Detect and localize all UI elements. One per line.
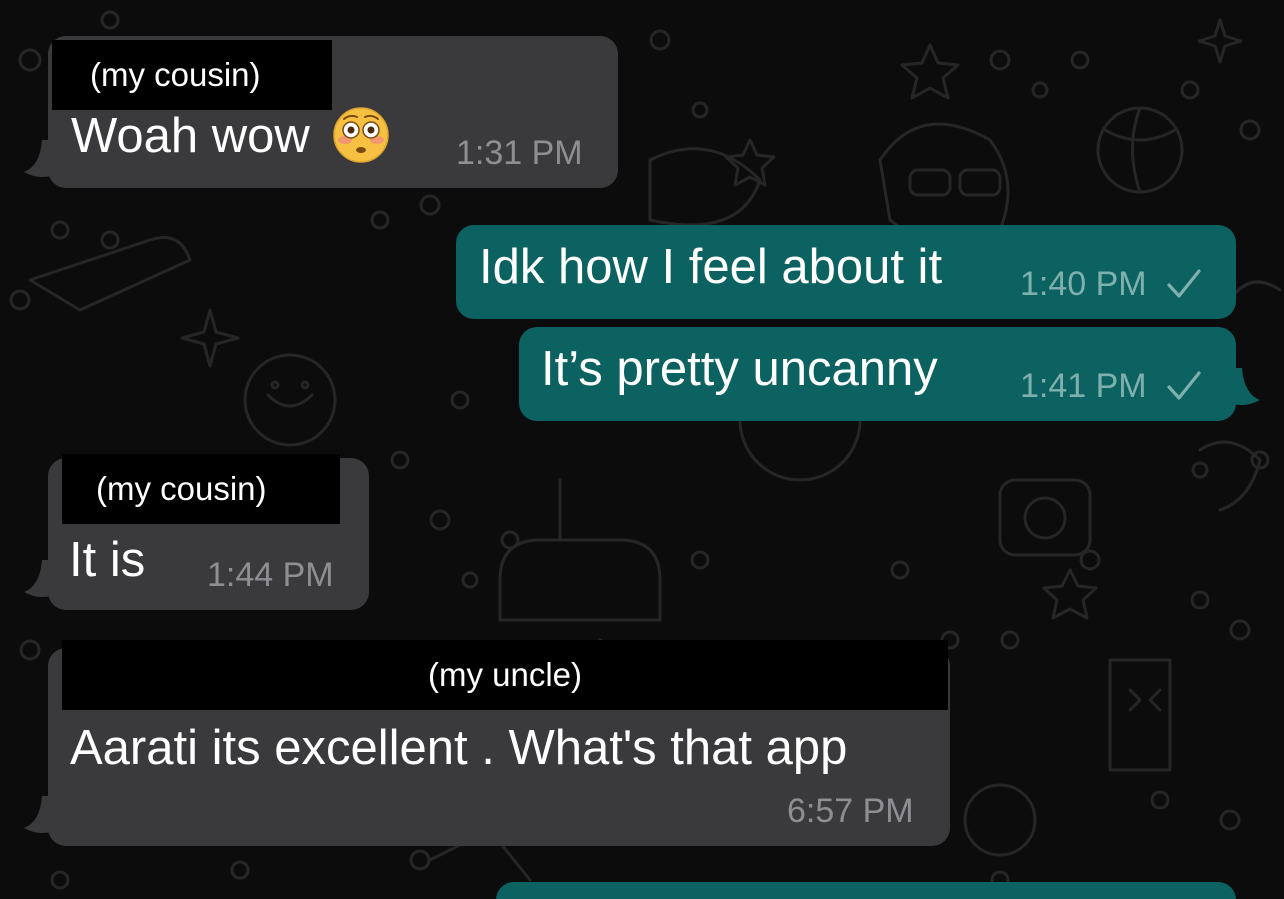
message-text: It is (69, 533, 146, 587)
sender-label: (my cousin) (52, 40, 332, 110)
sent-check-icon (1167, 269, 1201, 298)
message-text: It’s pretty uncanny (541, 342, 938, 396)
message-bubble-outgoing[interactable]: Idk how I feel about it 1:40 PM (456, 225, 1236, 319)
message-timestamp: 1:31 PM (456, 134, 583, 172)
sender-label: (my cousin) (62, 454, 340, 524)
message-bubble-incoming[interactable]: (my cousin) It is 1:44 PM (48, 454, 369, 610)
message-timestamp: 1:40 PM (1020, 265, 1147, 303)
message-bubble-incoming[interactable]: (my cousin) Woah wow 1:31 PM (48, 36, 618, 188)
message-bubble-outgoing-partial[interactable] (496, 882, 1236, 899)
message-timestamp: 1:41 PM (1020, 367, 1147, 405)
sent-check-icon (1167, 371, 1201, 400)
message-text: Woah wow (71, 109, 310, 163)
message-timestamp: 6:57 PM (787, 792, 914, 830)
chat-view: (my cousin) Woah wow 1:31 PM Idk how I f… (0, 0, 1284, 899)
message-bubble-outgoing[interactable]: It’s pretty uncanny 1:41 PM (519, 327, 1236, 421)
message-timestamp: 1:44 PM (207, 556, 334, 594)
message-text: Aarati its excellent . What's that app (70, 721, 848, 775)
flushed-face-emoji-icon (333, 107, 389, 163)
message-text: Idk how I feel about it (479, 240, 943, 294)
sender-label: (my uncle) (62, 640, 948, 710)
message-bubble-incoming[interactable]: (my uncle) Aarati its excellent . What's… (48, 640, 950, 846)
